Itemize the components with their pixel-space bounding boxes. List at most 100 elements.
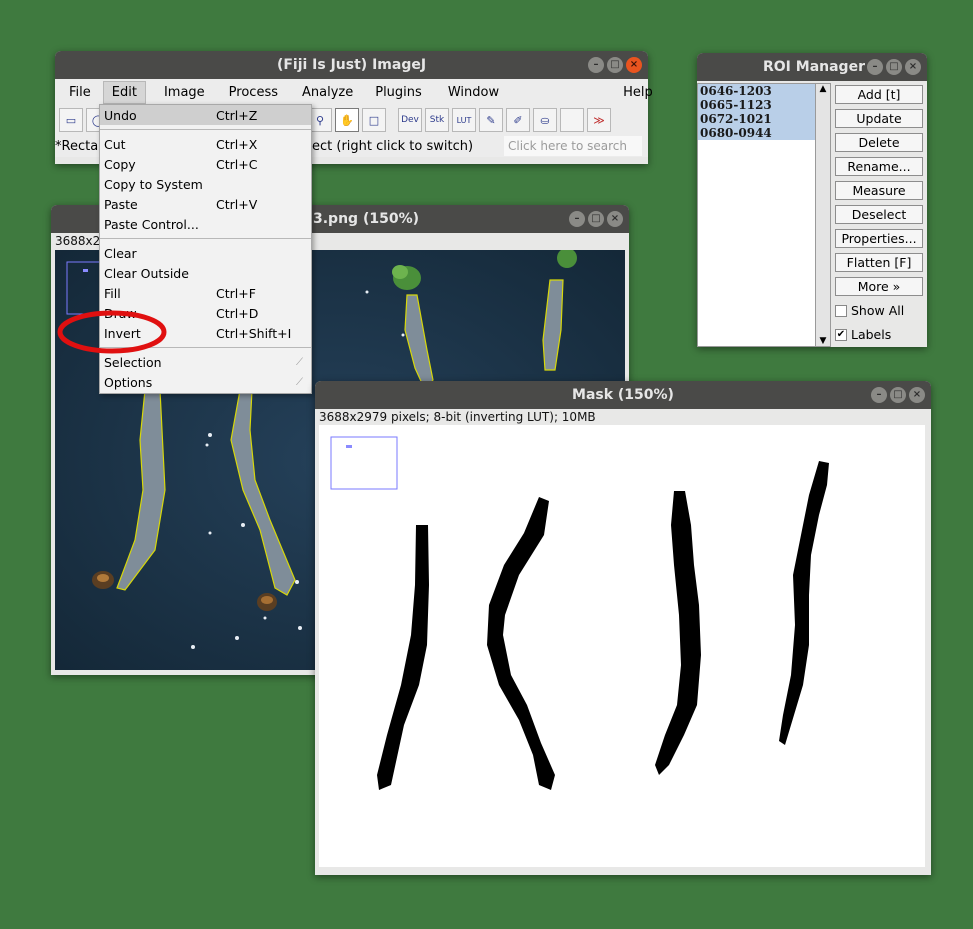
roi-manager-titlebar[interactable]: ROI Manager – □ × (697, 53, 927, 81)
menu-item-copy[interactable]: Copy Ctrl+C (100, 154, 311, 174)
highlight-circle-annotation (57, 310, 167, 354)
flood-fill-icon[interactable]: ⛀ (533, 108, 557, 132)
menu-window[interactable]: Window (440, 82, 507, 103)
menu-item-cut[interactable]: Cut Ctrl+X (100, 134, 311, 154)
maximize-icon[interactable]: □ (607, 57, 623, 73)
mask-info: 3688x2979 pixels; 8-bit (inverting LUT);… (315, 409, 931, 424)
menu-item-undo[interactable]: Undo Ctrl+Z (100, 105, 311, 125)
update-button[interactable]: Update (835, 109, 923, 128)
mask-image[interactable] (319, 425, 925, 867)
roi-list-item[interactable]: 0672-1021 (698, 112, 816, 126)
menu-plugins[interactable]: Plugins (367, 82, 430, 103)
hand-tool-icon[interactable]: ✋ (335, 108, 359, 132)
menu-file[interactable]: File (61, 82, 99, 103)
menu-item-shortcut: Ctrl+D (216, 305, 259, 321)
color-picker-icon[interactable]: □ (362, 108, 386, 132)
checkbox-unchecked-icon[interactable] (835, 304, 847, 317)
checkbox-checked-icon[interactable]: ✔ (835, 328, 847, 341)
menu-analyze[interactable]: Analyze (294, 82, 361, 103)
menu-item-paste[interactable]: Paste Ctrl+V (100, 194, 311, 214)
pencil-tool-icon[interactable]: ✎ (479, 108, 503, 132)
minimize-icon[interactable]: – (569, 211, 585, 227)
add-button[interactable]: Add [t] (835, 85, 923, 104)
roi-list-item[interactable]: 0680-0944 (698, 126, 816, 140)
imagej-titlebar[interactable]: (Fiji Is Just) ImageJ – □ × (55, 51, 648, 79)
menu-item-label: Cut (104, 136, 126, 152)
maximize-icon[interactable]: □ (890, 387, 906, 403)
measure-button[interactable]: Measure (835, 181, 923, 200)
rename-button[interactable]: Rename... (835, 157, 923, 176)
brush-tool-icon[interactable]: ✐ (506, 108, 530, 132)
scroll-up-icon[interactable]: ▲ (816, 84, 830, 94)
show-all-checkbox[interactable]: Show All (835, 303, 904, 318)
submenu-arrow-icon: ⟋ (296, 356, 303, 368)
roi-manager-title: ROI Manager (763, 59, 865, 75)
menu-process[interactable]: Process (221, 82, 286, 103)
status-text: *Recta (55, 138, 99, 154)
labels-label: Labels (851, 327, 892, 342)
menu-item-shortcut: Ctrl+V (216, 196, 258, 212)
roi-manager-window[interactable]: ROI Manager – □ × 0646-1203 0665-1123 06… (697, 53, 927, 347)
menu-item-paste-control[interactable]: Paste Control... (100, 214, 311, 234)
menu-item-options[interactable]: Options ⟋ (100, 372, 311, 392)
status-text-right: ect (right click to switch) (312, 138, 474, 154)
more-tools-icon[interactable]: ≫ (587, 108, 611, 132)
delete-button[interactable]: Delete (835, 133, 923, 152)
menu-item-clear[interactable]: Clear (100, 243, 311, 263)
empty-tool-slot[interactable] (560, 108, 584, 132)
close-icon[interactable]: × (909, 387, 925, 403)
minimize-icon[interactable]: – (871, 387, 887, 403)
menubar: File Edit Image Process Analyze Plugins … (55, 79, 653, 105)
roi-list[interactable]: 0646-1203 0665-1123 0672-1021 0680-0944 (697, 83, 817, 347)
menu-item-label: Clear (104, 245, 137, 261)
submenu-arrow-icon: ⟋ (296, 376, 303, 388)
scroll-down-icon[interactable]: ▼ (816, 336, 830, 346)
menu-item-shortcut: Ctrl+Z (216, 107, 258, 123)
show-all-label: Show All (851, 303, 905, 318)
minimize-icon[interactable]: – (588, 57, 604, 73)
menu-item-fill[interactable]: Fill Ctrl+F (100, 283, 311, 303)
maximize-icon[interactable]: □ (588, 211, 604, 227)
menu-item-clear-outside[interactable]: Clear Outside (100, 263, 311, 283)
close-icon[interactable]: × (905, 59, 921, 75)
minimize-icon[interactable]: – (867, 59, 883, 75)
deselect-button[interactable]: Deselect (835, 205, 923, 224)
menu-item-label: Options (104, 374, 153, 390)
more-button[interactable]: More » (835, 277, 923, 296)
menu-help[interactable]: Help (615, 82, 661, 103)
maximize-icon[interactable]: □ (886, 59, 902, 75)
roi-list-scrollbar[interactable]: ▲ ▼ (815, 83, 831, 347)
labels-checkbox[interactable]: ✔ Labels (835, 327, 891, 342)
roi-list-item[interactable]: 0646-1203 (698, 84, 816, 98)
dev-menu-button[interactable]: Dev (398, 108, 422, 132)
close-icon[interactable]: × (607, 211, 623, 227)
menu-item-label: Paste (104, 196, 138, 212)
menu-item-label: Clear Outside (104, 265, 189, 281)
menu-item-label: Undo (104, 107, 137, 123)
menu-item-label: Copy (104, 156, 136, 172)
menu-item-shortcut: Ctrl+Shift+I (216, 325, 292, 341)
lut-menu-button[interactable]: LUT (452, 108, 476, 132)
menu-item-shortcut: Ctrl+F (216, 285, 256, 301)
menu-edit[interactable]: Edit (102, 80, 146, 104)
roi-list-item[interactable]: 0665-1123 (698, 98, 816, 112)
rectangle-tool-icon[interactable]: ▭ (59, 108, 83, 132)
menu-separator (100, 129, 311, 130)
menu-item-label: Fill (104, 285, 121, 301)
close-icon[interactable]: × (626, 57, 642, 73)
properties-button[interactable]: Properties... (835, 229, 923, 248)
menu-separator (100, 238, 311, 239)
stk-menu-button[interactable]: Stk (425, 108, 449, 132)
search-field[interactable]: Click here to search (504, 136, 642, 156)
menu-item-shortcut: Ctrl+X (216, 136, 258, 152)
image-window-title: 3.png (150%) (313, 211, 419, 227)
menu-item-label: Copy to System (104, 176, 203, 192)
menu-image[interactable]: Image (156, 82, 213, 103)
menu-item-label: Paste Control... (104, 216, 199, 232)
flatten-button[interactable]: Flatten [F] (835, 253, 923, 272)
mask-titlebar[interactable]: Mask (150%) – □ × (315, 381, 931, 409)
menu-item-copy-to-system[interactable]: Copy to System (100, 174, 311, 194)
imagej-title: (Fiji Is Just) ImageJ (276, 57, 427, 73)
mask-window[interactable]: Mask (150%) – □ × 3688x2979 pixels; 8-bi… (315, 381, 931, 875)
mask-title: Mask (150%) (572, 387, 674, 403)
